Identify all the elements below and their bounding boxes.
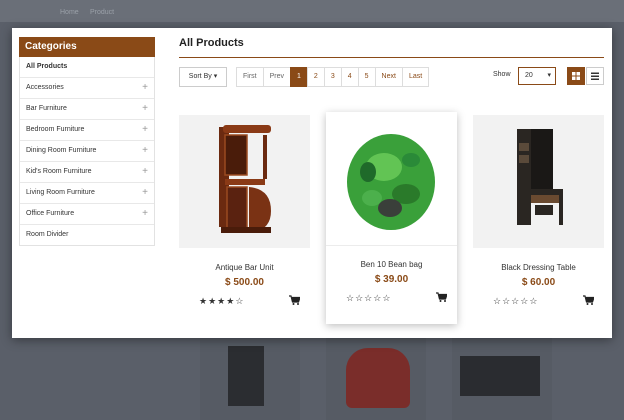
plus-icon[interactable]: + [142, 204, 148, 224]
plus-icon[interactable]: + [142, 141, 148, 161]
plus-icon[interactable]: + [142, 120, 148, 140]
category-list: All Products Accessories + Bar Furniture +… [19, 57, 155, 246]
star-filled-icon: ★ [217, 296, 227, 306]
list-view-button[interactable] [586, 67, 604, 85]
star-filled-icon: ★ [208, 296, 218, 306]
product-image[interactable] [473, 115, 604, 248]
category-bar-furniture[interactable]: Bar Furniture + [20, 99, 154, 120]
cart-icon[interactable] [436, 292, 447, 302]
product-grid: Antique Bar Unit $ 500.00 ★★★★☆ Ben 10 B… [179, 112, 604, 327]
star-empty-icon: ☆ [520, 296, 530, 306]
product-card[interactable]: Ben 10 Bean bag $ 39.00 ☆☆☆☆☆ [326, 112, 457, 324]
star-empty-icon: ☆ [346, 293, 356, 303]
category-dining-room-furniture[interactable]: Dining Room Furniture + [20, 141, 154, 162]
star-filled-icon: ★ [226, 296, 236, 306]
caret-down-icon: ▾ [213, 73, 218, 80]
background-nav-home: Home [60, 9, 79, 16]
cart-icon[interactable] [583, 295, 594, 305]
category-kids-room-furniture[interactable]: Kid's Room Furniture + [20, 162, 154, 183]
category-label: Room Divider [26, 231, 69, 238]
category-room-divider[interactable]: Room Divider [20, 225, 154, 245]
category-label: Living Room Furniture [26, 189, 95, 196]
category-label: Kid's Room Furniture [26, 168, 92, 175]
rating-stars: ☆☆☆☆☆ [346, 293, 391, 304]
background-product-shelf [200, 336, 300, 420]
sort-by-label: Sort By [188, 73, 212, 80]
dressing-table-image [517, 129, 563, 225]
star-empty-icon: ☆ [529, 296, 539, 306]
plus-icon[interactable]: + [142, 183, 148, 203]
category-label: Bedroom Furniture [26, 126, 85, 133]
product-image[interactable] [179, 115, 310, 248]
product-name[interactable]: Ben 10 Bean bag [326, 260, 457, 269]
pagination-page-1[interactable]: 1 [290, 67, 307, 87]
pagination-last[interactable]: Last [401, 67, 430, 87]
product-price: $ 500.00 [225, 277, 264, 288]
bar-unit-image [219, 125, 271, 233]
star-empty-icon: ☆ [355, 293, 365, 303]
bean-bag-image [347, 134, 435, 230]
products-modal: Categories All Products Accessories + Bar… [12, 28, 612, 338]
rating-stars: ☆☆☆☆☆ [493, 296, 538, 307]
star-empty-icon: ☆ [373, 293, 383, 303]
plus-icon[interactable]: + [142, 162, 148, 182]
product-name[interactable]: Black Dressing Table [473, 263, 604, 272]
show-count-select[interactable]: 20 ▾ [518, 67, 556, 85]
category-label: Dining Room Furniture [26, 147, 97, 154]
cart-icon[interactable] [289, 295, 300, 305]
show-label: Show [493, 71, 511, 78]
product-card[interactable]: Antique Bar Unit $ 500.00 ★★★★☆ [179, 115, 310, 327]
caret-down-icon: ▾ [547, 72, 551, 79]
grid-view-icon [572, 72, 580, 80]
pagination-page-3[interactable]: 3 [323, 67, 341, 87]
star-empty-icon: ☆ [502, 296, 512, 306]
background-nav-product: Product [90, 9, 115, 16]
pagination-page-4[interactable]: 4 [340, 67, 358, 87]
show-count-value: 20 [525, 72, 533, 79]
pagination-first[interactable]: First [236, 67, 263, 87]
categories-sidebar: Categories All Products Accessories + Bar… [19, 37, 155, 246]
product-price: $ 39.00 [374, 274, 409, 285]
background-header: Home Product [0, 0, 624, 22]
star-empty-icon: ☆ [235, 296, 245, 306]
rating-stars: ★★★★☆ [199, 296, 244, 307]
page-title: All Products [179, 37, 244, 49]
list-view-icon [591, 72, 599, 80]
product-image[interactable] [326, 112, 457, 245]
product-card[interactable]: Black Dressing Table $ 60.00 ☆☆☆☆☆ [473, 115, 604, 327]
category-living-room-furniture[interactable]: Living Room Furniture + [20, 183, 154, 204]
title-divider [179, 57, 604, 58]
plus-icon[interactable]: + [142, 99, 148, 119]
star-empty-icon: ☆ [382, 293, 392, 303]
pagination-page-2[interactable]: 2 [306, 67, 324, 87]
sort-by-button[interactable]: Sort By ▾ [179, 67, 227, 87]
category-accessories[interactable]: Accessories + [20, 78, 154, 99]
category-label: Bar Furniture [26, 105, 67, 112]
category-label: All Products [26, 63, 68, 70]
star-empty-icon: ☆ [511, 296, 521, 306]
category-all-products[interactable]: All Products [20, 57, 154, 78]
pagination: First Prev 1 2 3 4 5 Next Last [236, 67, 430, 87]
category-label: Accessories [26, 84, 64, 91]
grid-view-button[interactable] [567, 67, 585, 85]
product-price: $ 60.00 [521, 277, 556, 288]
background-product-chair [326, 336, 426, 420]
category-label: Office Furniture [26, 210, 75, 217]
pagination-page-5[interactable]: 5 [357, 67, 375, 87]
star-empty-icon: ☆ [364, 293, 374, 303]
card-divider [326, 245, 457, 246]
plus-icon[interactable]: + [142, 78, 148, 98]
category-bedroom-furniture[interactable]: Bedroom Furniture + [20, 120, 154, 141]
category-office-furniture[interactable]: Office Furniture + [20, 204, 154, 225]
categories-title: Categories [19, 37, 155, 57]
background-product-table [452, 336, 552, 420]
star-filled-icon: ★ [199, 296, 209, 306]
products-toolbar: Sort By ▾ First Prev 1 2 3 4 5 Next Last… [179, 67, 604, 87]
product-name[interactable]: Antique Bar Unit [179, 263, 310, 272]
products-main: All Products Sort By ▾ First Prev 1 2 3 … [179, 37, 604, 327]
star-empty-icon: ☆ [493, 296, 503, 306]
pagination-next[interactable]: Next [374, 67, 402, 87]
pagination-prev[interactable]: Prev [262, 67, 291, 87]
